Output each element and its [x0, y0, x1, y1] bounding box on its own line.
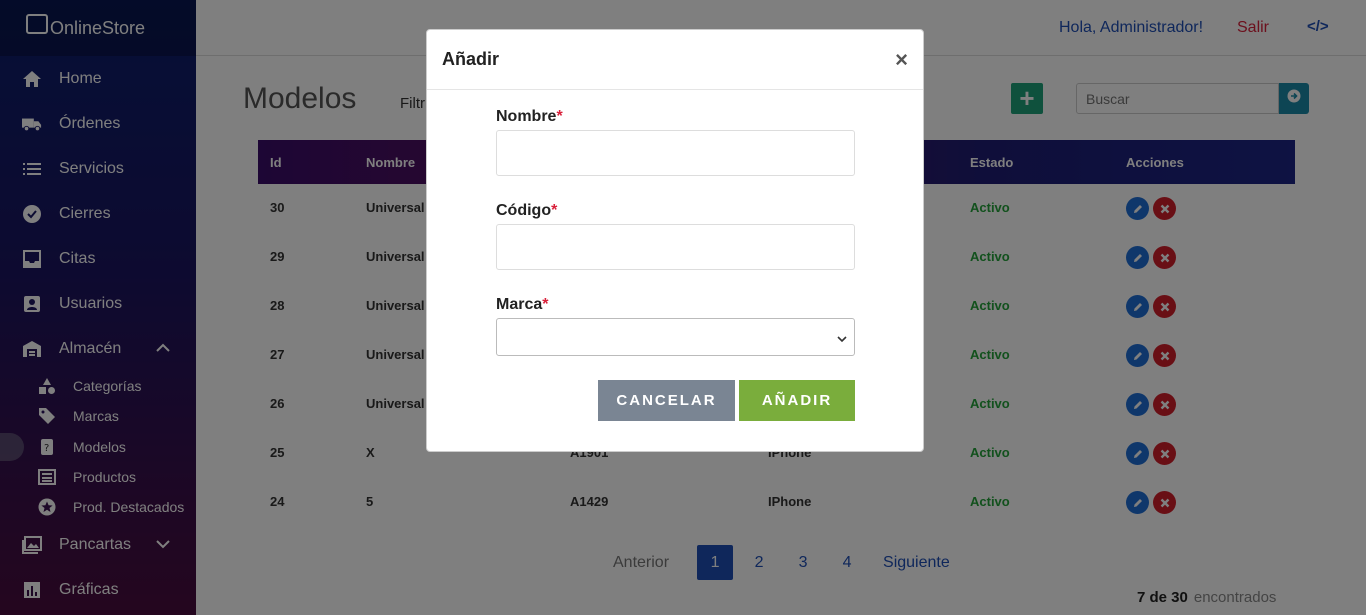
chevron-down-icon: [836, 331, 848, 349]
submit-button[interactable]: AÑADIR: [739, 380, 855, 421]
marca-label-text: Marca: [496, 296, 543, 313]
required-marker: *: [542, 296, 549, 313]
codigo-label-text: Código: [496, 202, 552, 219]
modal-title: Añadir: [442, 49, 500, 69]
nombre-label-text: Nombre: [496, 108, 557, 125]
marca-select[interactable]: [496, 318, 855, 356]
nombre-field[interactable]: [496, 130, 855, 176]
marca-label: Marca*: [496, 296, 548, 314]
cancel-button[interactable]: CANCELAR: [598, 380, 735, 421]
required-marker: *: [556, 108, 563, 125]
codigo-label: Código*: [496, 202, 557, 220]
codigo-field[interactable]: [496, 224, 855, 270]
modal-header: Añadir ×: [427, 30, 923, 90]
close-icon[interactable]: ×: [895, 47, 908, 73]
add-modal: Añadir × Nombre* Código* Marca* CANCELAR…: [426, 29, 924, 452]
required-marker: *: [551, 202, 558, 219]
nombre-label: Nombre*: [496, 108, 563, 126]
